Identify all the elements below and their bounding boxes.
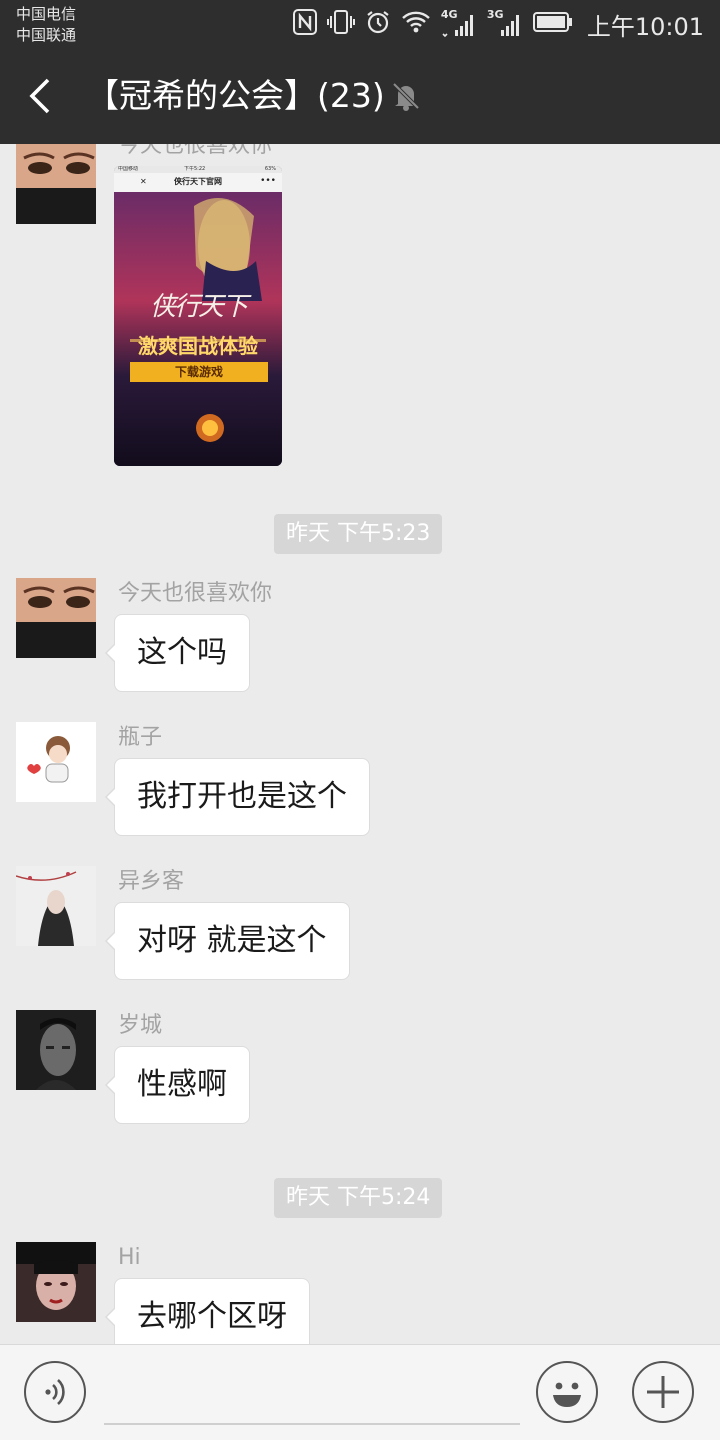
- mute-bell-icon: [390, 80, 422, 112]
- sender-name: Hi: [118, 1245, 141, 1270]
- avatar[interactable]: [16, 866, 96, 946]
- message-bubble[interactable]: 这个吗: [105, 614, 250, 692]
- chat-area[interactable]: 今天也很喜欢你 ✕ 中国移动 下午5:22 63% 侠行天下官网 ••• 侠行天…: [0, 144, 720, 1344]
- battery-icon: [532, 11, 573, 37]
- webview-battery: 63%: [264, 166, 276, 172]
- input-bar: [0, 1344, 720, 1440]
- webview-title: 侠行天下官网: [174, 177, 222, 186]
- avatar[interactable]: [16, 722, 96, 802]
- carrier-2: 中国联通: [16, 26, 77, 44]
- status-bar: 中国电信 中国联通 4G 3G 上午10:01: [0, 0, 720, 48]
- avatar[interactable]: [16, 1010, 96, 1090]
- more-button[interactable]: [632, 1361, 694, 1423]
- voice-icon: [45, 1379, 65, 1405]
- game-logo-text: 侠行天下: [150, 292, 248, 322]
- alarm-icon: [365, 9, 391, 39]
- carrier-1: 中国电信: [16, 5, 77, 23]
- carrier-labels: 中国电信 中国联通: [16, 4, 76, 46]
- image-message[interactable]: ✕ 中国移动 下午5:22 63% 侠行天下官网 ••• 侠行天下 激爽国战体验…: [114, 166, 282, 466]
- emoji-button[interactable]: [536, 1361, 598, 1423]
- timestamp: 昨天 下午5:24: [274, 1178, 443, 1218]
- avatar[interactable]: [16, 578, 96, 658]
- status-icons: 4G 3G 上午10:01: [292, 8, 704, 41]
- game-download-button: 下载游戏: [174, 365, 223, 379]
- wifi-icon: [401, 9, 431, 39]
- voice-button[interactable]: [24, 1361, 86, 1423]
- vibrate-icon: [326, 9, 355, 39]
- signal-4g-icon: 4G: [441, 8, 477, 38]
- sender-name: 瓶子: [118, 725, 163, 750]
- webview-time: 下午5:22: [184, 166, 206, 172]
- back-arrow-icon: [29, 78, 50, 114]
- clock: 上午10:01: [586, 12, 704, 41]
- sender-name: 今天也很喜欢你: [118, 144, 273, 158]
- webview-carrier: 中国移动: [118, 166, 139, 172]
- sender-name: 今天也很喜欢你: [118, 581, 273, 606]
- nfc-icon: [292, 9, 317, 39]
- avatar[interactable]: [16, 144, 96, 224]
- back-button[interactable]: [22, 76, 62, 116]
- message-bubble[interactable]: 对呀 就是这个: [105, 902, 350, 980]
- game-slogan: 激爽国战体验: [138, 334, 258, 358]
- emoji-icon: [553, 1382, 581, 1407]
- message-input[interactable]: [104, 1423, 520, 1425]
- chat-title: 【冠希的公会】(23): [86, 76, 385, 115]
- timestamp: 昨天 下午5:23: [274, 514, 443, 554]
- plus-icon: [647, 1376, 679, 1408]
- message-bubble[interactable]: 我打开也是这个: [105, 758, 370, 836]
- message-bubble[interactable]: 性感啊: [105, 1046, 250, 1124]
- sender-name: 异乡客: [118, 869, 185, 894]
- avatar[interactable]: [16, 1242, 96, 1322]
- message-bubble[interactable]: 去哪个区呀: [105, 1278, 310, 1344]
- title-bar: 【冠希的公会】(23): [0, 48, 720, 144]
- webview-more-icon: •••: [260, 176, 276, 186]
- signal-3g-icon: 3G: [487, 8, 523, 38]
- sender-name: 岁城: [118, 1013, 163, 1038]
